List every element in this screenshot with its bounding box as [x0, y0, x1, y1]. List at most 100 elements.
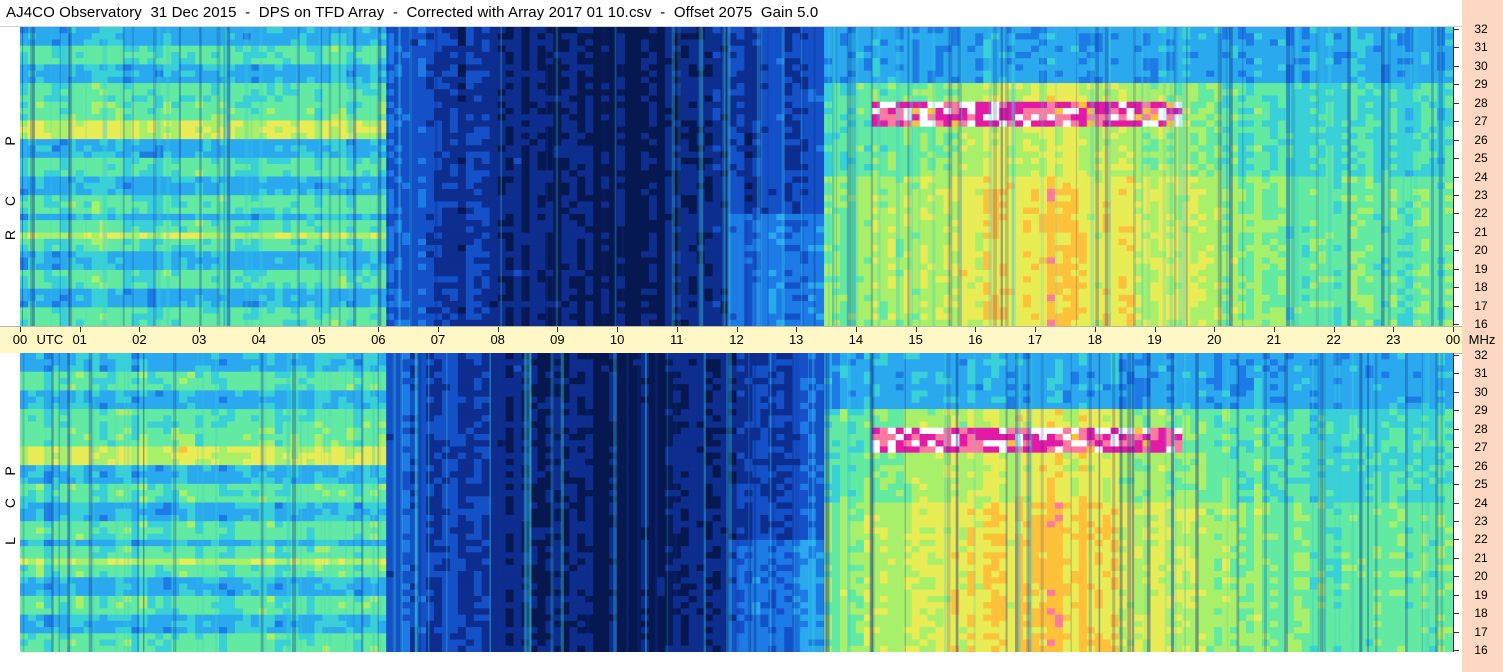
heatmap-cell	[521, 182, 531, 190]
heatmap-cell	[449, 132, 459, 140]
heatmap-cell	[20, 83, 29, 90]
heatmap-cell	[465, 45, 475, 53]
heatmap-cell	[680, 70, 690, 78]
heatmap-cell	[505, 89, 515, 97]
heatmap-cell	[792, 207, 801, 215]
heatmap-cell	[51, 70, 61, 78]
heatmap-cell	[712, 101, 722, 109]
heatmap-cell	[234, 151, 244, 159]
heatmap-cell	[648, 307, 658, 315]
heatmap-cell	[640, 220, 650, 227]
heatmap-cell	[656, 151, 666, 159]
heatmap-cell	[505, 182, 515, 190]
heatmap-cell	[426, 114, 435, 121]
heatmap-cell	[633, 288, 642, 296]
heatmap-cell	[449, 83, 459, 90]
heatmap-cell	[187, 107, 196, 115]
heatmap-cell	[234, 51, 244, 59]
heatmap-cell	[266, 126, 276, 134]
heatmap-cell	[51, 232, 61, 240]
heatmap-cell	[816, 64, 825, 72]
heatmap-cell	[75, 51, 85, 59]
heatmap-cell	[59, 70, 69, 78]
heatmap-cell	[35, 64, 45, 72]
heatmap-cell	[648, 176, 658, 184]
heatmap-cell	[561, 288, 570, 296]
heatmap-cell	[139, 232, 148, 240]
heatmap-cell	[648, 220, 658, 227]
heatmap-cell	[593, 251, 602, 258]
heatmap-cell	[585, 27, 594, 34]
heatmap-cell	[768, 282, 777, 290]
heatmap-cell	[20, 89, 29, 97]
heatmap-cell	[187, 39, 196, 47]
heatmap-cell	[688, 89, 698, 97]
heatmap-cell	[688, 114, 698, 121]
heatmap-cell	[457, 232, 467, 240]
heatmap-cell	[234, 64, 244, 72]
heatmap-cell	[489, 226, 499, 234]
heatmap-cell	[298, 282, 308, 290]
heatmap-cell	[306, 301, 316, 308]
heatmap-cell	[306, 294, 316, 302]
heatmap-cell	[115, 207, 124, 215]
heatmap-cell	[593, 276, 602, 283]
heatmap-cell	[633, 245, 642, 252]
heatmap-cell	[569, 132, 578, 140]
heatmap-cell	[768, 269, 777, 277]
heatmap-cell	[59, 76, 69, 84]
heatmap-cell	[680, 64, 690, 72]
heatmap-cell	[505, 245, 515, 252]
heatmap-cell	[426, 45, 435, 53]
heatmap-cell	[306, 120, 316, 128]
heatmap-cell	[593, 288, 602, 296]
heatmap-cell	[680, 245, 690, 252]
heatmap-cell	[513, 164, 523, 171]
heatmap-cell	[768, 107, 777, 115]
heatmap-cell	[513, 294, 523, 302]
heatmap-cell	[497, 139, 507, 146]
heatmap-cell	[625, 89, 634, 97]
heatmap-cell	[680, 132, 690, 140]
heatmap-cell	[449, 188, 459, 196]
heatmap-cell	[656, 132, 666, 140]
heatmap-cell	[561, 27, 570, 34]
heatmap-cell	[656, 288, 666, 296]
heatmap-cell	[266, 182, 276, 190]
heatmap-cell	[648, 294, 658, 302]
heatmap-cell	[768, 195, 777, 202]
heatmap-cell	[187, 58, 196, 65]
heatmap-cell	[688, 195, 698, 202]
heatmap-cell	[648, 76, 658, 84]
heatmap-cell	[577, 33, 586, 40]
heatmap-cell	[680, 201, 690, 209]
heatmap-cell	[712, 89, 722, 97]
heatmap-cell	[282, 226, 292, 234]
heatmap-cell	[784, 238, 793, 246]
heatmap-cell	[816, 76, 825, 84]
heatmap-cell	[481, 33, 491, 40]
heatmap-cell	[473, 307, 483, 315]
heatmap-cell	[441, 139, 451, 146]
heatmap-cell	[481, 201, 491, 209]
heatmap-cell	[187, 89, 196, 97]
heatmap-cell	[481, 157, 491, 165]
heatmap-cell	[59, 114, 69, 121]
heatmap-cell	[274, 257, 284, 265]
heatmap-cell	[187, 164, 196, 171]
heatmap-cell	[481, 207, 491, 215]
heatmap-cell	[577, 145, 586, 153]
heatmap-cell	[792, 201, 801, 209]
heatmap-cell	[656, 76, 666, 84]
heatmap-cell	[688, 257, 698, 265]
heatmap-cell	[617, 27, 626, 34]
heatmap-cell	[203, 195, 212, 202]
heatmap-cell	[35, 232, 45, 240]
heatmap-cell	[680, 76, 690, 84]
heatmap-cell	[680, 232, 690, 240]
heatmap-cell	[330, 182, 339, 190]
heatmap-cell	[513, 238, 523, 246]
heatmap-cell	[497, 64, 507, 72]
heatmap-cell	[418, 188, 427, 196]
heatmap-cell	[75, 126, 85, 134]
